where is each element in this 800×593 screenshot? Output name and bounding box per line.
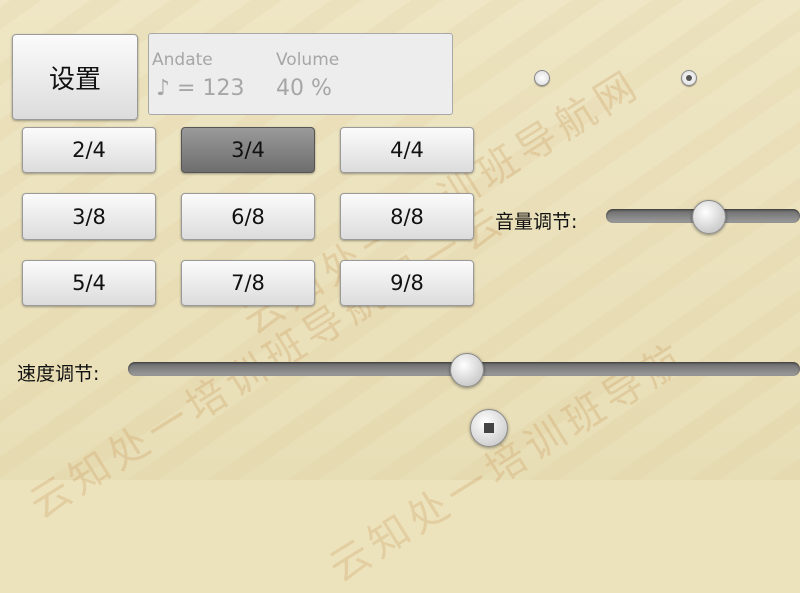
radio-selected-dot xyxy=(686,75,692,81)
volume-slider-thumb[interactable] xyxy=(692,200,726,234)
meter-label: 6/8 xyxy=(231,204,265,229)
meter-button-5-4[interactable]: 5/4 xyxy=(22,260,156,306)
meter-label: 8/8 xyxy=(390,204,424,229)
settings-button-label: 设置 xyxy=(48,64,101,95)
meter-button-3-4[interactable]: 3/4 xyxy=(181,127,315,173)
tempo-slider-label: 速度调节: xyxy=(17,363,100,385)
volume-value: 40 % xyxy=(276,76,332,101)
meter-button-8-8[interactable]: 8/8 xyxy=(340,193,474,240)
radio-option-1[interactable] xyxy=(534,70,550,86)
meter-button-2-4[interactable]: 2/4 xyxy=(22,127,156,173)
tempo-label: Andate xyxy=(152,50,213,70)
meter-button-6-8[interactable]: 6/8 xyxy=(181,193,315,240)
radio-option-2[interactable] xyxy=(681,70,697,86)
meter-label: 5/4 xyxy=(72,271,106,295)
meter-button-9-8[interactable]: 9/8 xyxy=(340,260,474,306)
meter-label: 4/4 xyxy=(390,138,424,162)
stop-button[interactable] xyxy=(470,409,508,447)
stop-icon xyxy=(484,423,494,433)
settings-button[interactable]: 设置 xyxy=(12,34,138,120)
meter-button-7-8[interactable]: 7/8 xyxy=(181,260,315,306)
volume-slider-label: 音量调节: xyxy=(495,211,578,233)
meter-label: 3/4 xyxy=(231,138,265,162)
tempo-value: ♪ = 123 xyxy=(156,76,245,101)
status-display: Andate ♪ = 123 Volume 40 % xyxy=(148,33,453,115)
tempo-slider-thumb[interactable] xyxy=(450,353,484,387)
meter-button-4-4[interactable]: 4/4 xyxy=(340,127,474,173)
meter-button-3-8[interactable]: 3/8 xyxy=(22,193,156,240)
meter-label: 9/8 xyxy=(390,271,424,295)
meter-label: 2/4 xyxy=(72,138,106,162)
volume-label: Volume xyxy=(276,50,340,70)
meter-label: 7/8 xyxy=(231,271,265,295)
meter-label: 3/8 xyxy=(72,204,106,229)
